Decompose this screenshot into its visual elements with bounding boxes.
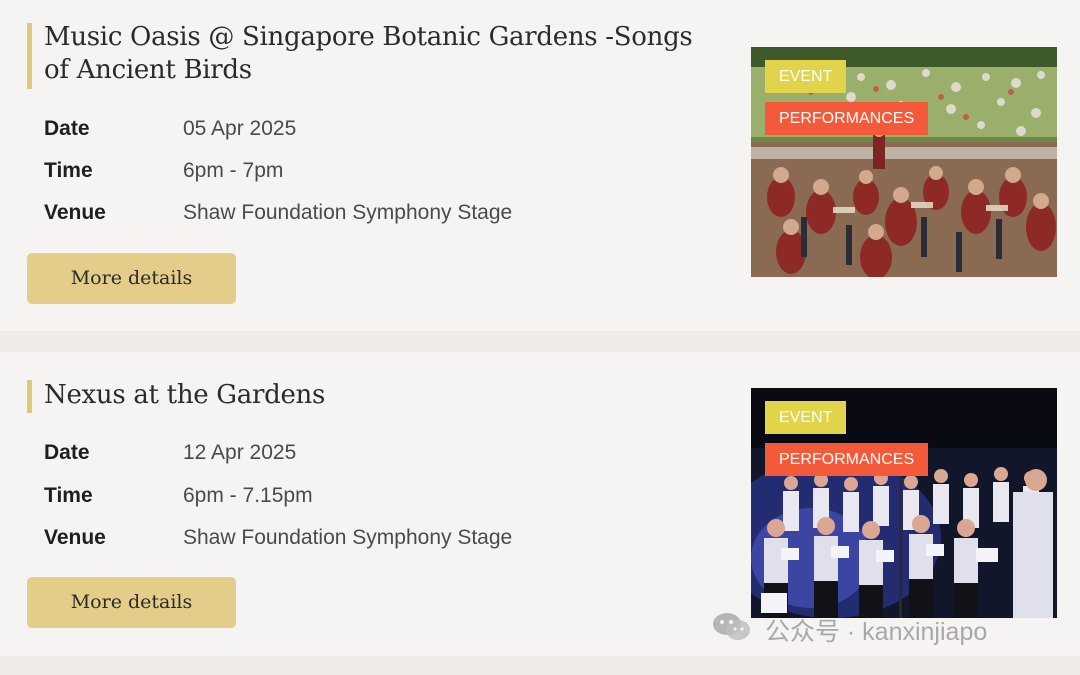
more-details-button[interactable]: More details bbox=[27, 253, 236, 304]
tag-event[interactable]: EVENT bbox=[765, 401, 847, 434]
time-value: 6pm - 7pm bbox=[183, 159, 284, 182]
time-label: Time bbox=[44, 484, 93, 507]
tag-event[interactable]: EVENT bbox=[765, 60, 847, 93]
date-row: Date 05 Apr 2025 bbox=[44, 114, 664, 144]
venue-label: Venue bbox=[44, 201, 106, 224]
venue-value: Shaw Foundation Symphony Stage bbox=[183, 201, 513, 224]
time-row: Time 6pm - 7pm bbox=[44, 156, 664, 186]
time-label: Time bbox=[44, 159, 93, 182]
event-title[interactable]: Nexus at the Gardens bbox=[44, 379, 704, 412]
time-row: Time 6pm - 7.15pm bbox=[44, 481, 664, 511]
choir-performance-photo[interactable]: EVENT PERFORMANCES bbox=[751, 388, 1057, 618]
more-details-button[interactable]: More details bbox=[27, 577, 236, 628]
watermark: 公众号 · kanxinjiapo bbox=[712, 612, 987, 652]
time-value: 6pm - 7.15pm bbox=[183, 484, 313, 507]
date-label: Date bbox=[44, 117, 90, 140]
venue-label: Venue bbox=[44, 526, 106, 549]
wechat-icon bbox=[712, 612, 752, 654]
venue-row: Venue Shaw Foundation Symphony Stage bbox=[44, 198, 664, 228]
title-accent-bar bbox=[27, 380, 32, 413]
tag-performances[interactable]: PERFORMANCES bbox=[765, 443, 929, 476]
event-card: Music Oasis @ Singapore Botanic Gardens … bbox=[0, 0, 1080, 331]
outdoor-orchestra-photo[interactable]: EVENT PERFORMANCES bbox=[751, 47, 1057, 277]
tag-performances[interactable]: PERFORMANCES bbox=[765, 102, 929, 135]
venue-row: Venue Shaw Foundation Symphony Stage bbox=[44, 523, 664, 553]
date-row: Date 12 Apr 2025 bbox=[44, 438, 664, 468]
watermark-text: 公众号 · kanxinjiapo bbox=[764, 618, 988, 646]
title-accent-bar bbox=[27, 23, 32, 89]
date-label: Date bbox=[44, 441, 90, 464]
event-card: Nexus at the Gardens Date 12 Apr 2025 Ti… bbox=[0, 352, 1080, 656]
date-value: 05 Apr 2025 bbox=[183, 117, 297, 140]
event-title[interactable]: Music Oasis @ Singapore Botanic Gardens … bbox=[44, 21, 704, 87]
date-value: 12 Apr 2025 bbox=[183, 441, 297, 464]
venue-value: Shaw Foundation Symphony Stage bbox=[183, 526, 513, 549]
